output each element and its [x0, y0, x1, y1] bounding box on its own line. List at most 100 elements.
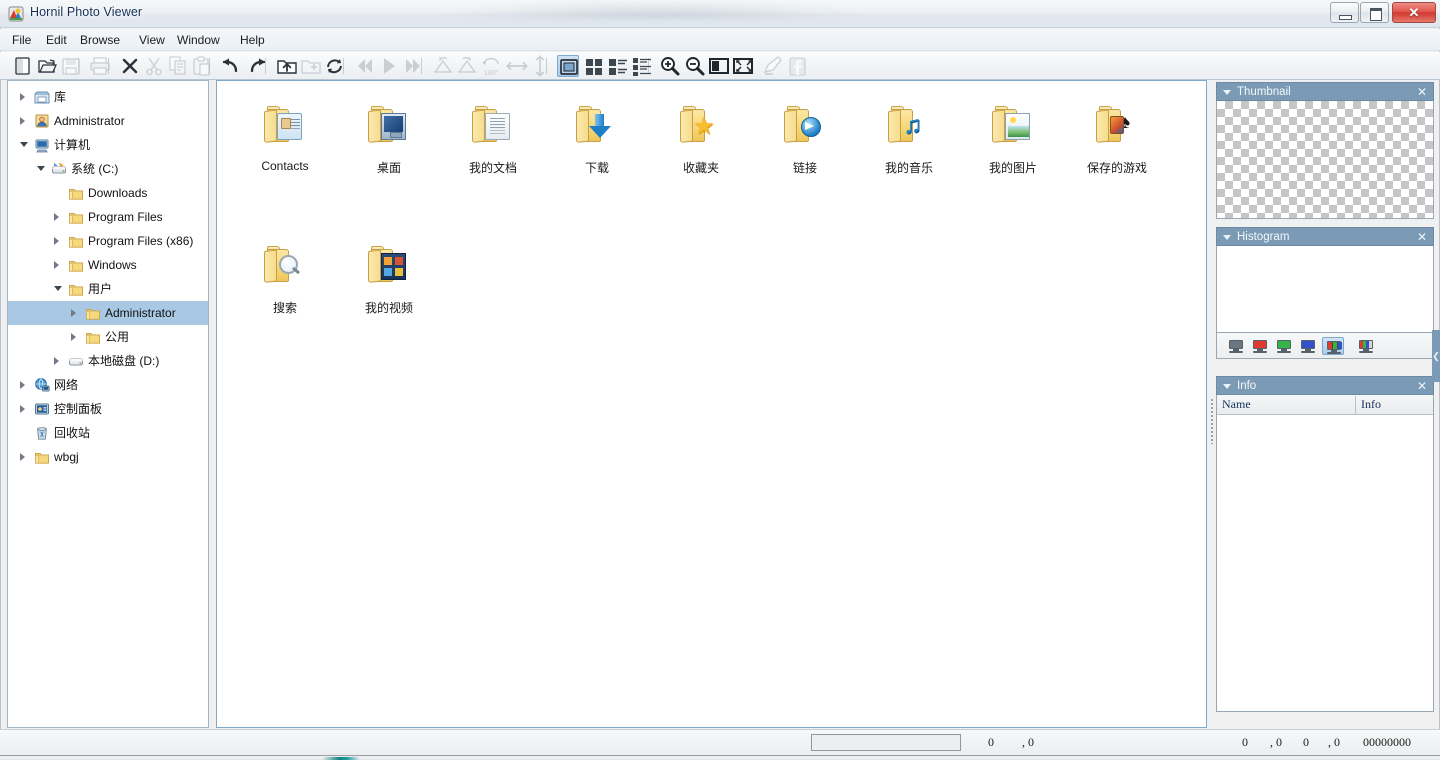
drive-icon: [68, 353, 84, 369]
chevron-down-icon[interactable]: [20, 142, 28, 147]
chevron-down-icon[interactable]: [1223, 384, 1231, 389]
info-table[interactable]: Name Info: [1216, 395, 1434, 712]
file-item[interactable]: 我的文档: [441, 101, 545, 176]
toolbar-zoom-out-button[interactable]: [684, 55, 706, 77]
chevron-down-icon[interactable]: [37, 166, 45, 171]
info-panel-header[interactable]: Info ✕: [1216, 376, 1434, 395]
tree-item-administrator[interactable]: Administrator: [8, 301, 208, 325]
info-column-info[interactable]: Info: [1356, 395, 1381, 414]
toolbar-zoom-in-button[interactable]: [659, 55, 681, 77]
file-item[interactable]: Contacts: [233, 101, 337, 173]
chevron-down-icon[interactable]: [54, 286, 62, 291]
close-icon[interactable]: ✕: [1417, 377, 1427, 395]
redo-icon: [250, 58, 266, 73]
tree-item-n2[interactable]: 计算机: [8, 133, 208, 157]
toolbar-view-details-button[interactable]: [631, 55, 653, 77]
file-item[interactable]: 搜索: [233, 241, 337, 316]
chevron-right-icon[interactable]: [20, 381, 25, 389]
tree-item-label: Program Files: [88, 210, 163, 224]
chevron-right-icon[interactable]: [71, 333, 76, 341]
histogram-channel-red-button[interactable]: [1249, 337, 1271, 355]
toolbar-view-single-button[interactable]: [557, 55, 579, 77]
chevron-down-icon[interactable]: [1223, 90, 1231, 95]
chevron-right-icon[interactable]: [20, 405, 25, 413]
histogram-channel-rgb-button[interactable]: [1322, 337, 1344, 355]
menu-item-browse[interactable]: Browse: [74, 32, 126, 49]
tree-item-n10[interactable]: 公用: [8, 325, 208, 349]
chevron-right-icon[interactable]: [54, 237, 59, 245]
maximize-button[interactable]: [1360, 2, 1389, 23]
histogram-channel-blue-button[interactable]: [1297, 337, 1319, 355]
facebook-share-icon: [789, 57, 806, 76]
tree-item-programfiles[interactable]: Program Files: [8, 205, 208, 229]
file-item[interactable]: 收藏夹: [649, 101, 753, 176]
toolbar-view-grid-button[interactable]: [583, 55, 605, 77]
drive-sys-icon: [51, 161, 67, 177]
toolbar-actual-size-button[interactable]: [708, 55, 730, 77]
dock-collapse-button[interactable]: ❮: [1432, 330, 1440, 382]
taskbar[interactable]: [0, 755, 1440, 760]
toolbar-last-button: [402, 55, 424, 77]
toolbar-delete-button[interactable]: [119, 55, 141, 77]
chevron-right-icon[interactable]: [20, 93, 25, 101]
thumbnail-panel-header[interactable]: Thumbnail ✕: [1216, 82, 1434, 101]
file-browser-area[interactable]: Contacts 桌面 我的文档 下载 收藏夹 链接 我的音乐 我的图片 保存的游戏搜索 我的视频: [216, 80, 1207, 728]
file-item[interactable]: 保存的游戏: [1065, 101, 1169, 176]
toolbar-view-tiles-button[interactable]: [607, 55, 629, 77]
tree-item-c[interactable]: 系统 (C:): [8, 157, 208, 181]
toolbar-undo-button[interactable]: [220, 55, 242, 77]
menu-item-help[interactable]: Help: [234, 32, 271, 49]
tree-item-n13[interactable]: 控制面板: [8, 397, 208, 421]
info-column-name[interactable]: Name: [1217, 395, 1251, 414]
tree-item-wbgj[interactable]: wbgj: [8, 445, 208, 469]
control-panel-icon: [34, 401, 50, 417]
chevron-right-icon[interactable]: [54, 261, 59, 269]
menu-item-view[interactable]: View: [133, 32, 171, 49]
tree-item-windows[interactable]: Windows: [8, 253, 208, 277]
close-button[interactable]: ✕: [1392, 2, 1436, 23]
tree-item-label: 网络: [54, 378, 79, 392]
chevron-down-icon[interactable]: [1223, 235, 1231, 240]
toolbar-up-folder-button[interactable]: [276, 55, 298, 77]
tree-item-downloads[interactable]: Downloads: [8, 181, 208, 205]
tree-item-d[interactable]: 本地磁盘 (D:): [8, 349, 208, 373]
chevron-right-icon[interactable]: [20, 117, 25, 125]
file-item[interactable]: 我的图片: [961, 101, 1065, 176]
chevron-right-icon[interactable]: [54, 213, 59, 221]
histogram-channel-green-button[interactable]: [1273, 337, 1295, 355]
tree-item-programfilesx86[interactable]: Program Files (x86): [8, 229, 208, 253]
histogram-channel-all-button[interactable]: [1355, 337, 1377, 355]
tree-item-n12[interactable]: 网络: [8, 373, 208, 397]
tree-item-n8[interactable]: 用户: [8, 277, 208, 301]
file-item[interactable]: 我的视频: [337, 241, 441, 316]
toolbar-refresh-button[interactable]: [324, 55, 346, 77]
menu-item-edit[interactable]: Edit: [40, 32, 73, 49]
file-item-label: 我的音乐: [884, 161, 933, 175]
tree-item-n14[interactable]: 回收站: [8, 421, 208, 445]
tree-item-administrator[interactable]: Administrator: [8, 109, 208, 133]
path-input[interactable]: [811, 734, 961, 751]
view-tiles-icon: [609, 59, 627, 75]
toolbar-open-folder-button[interactable]: [36, 55, 58, 77]
recycle-bin-icon: [34, 425, 50, 441]
toolbar-new-button[interactable]: [12, 55, 34, 77]
folder-tree-panel[interactable]: 库 Administrator 计算机 系统 (C:) Downloads Program…: [7, 80, 209, 728]
chevron-right-icon[interactable]: [71, 309, 76, 317]
chevron-right-icon[interactable]: [54, 357, 59, 365]
file-item[interactable]: 桌面: [337, 101, 441, 176]
histogram-channel-luminance-button[interactable]: [1225, 337, 1247, 355]
menu-item-window[interactable]: Window: [171, 32, 226, 49]
close-icon[interactable]: ✕: [1417, 228, 1427, 246]
histogram-panel-header[interactable]: Histogram ✕: [1216, 227, 1434, 246]
file-item[interactable]: 链接: [753, 101, 857, 176]
dock-resize-grip[interactable]: [1210, 398, 1214, 444]
file-item[interactable]: 下载: [545, 101, 649, 176]
minimize-button[interactable]: [1330, 2, 1359, 23]
toolbar-fit-window-button[interactable]: [732, 55, 754, 77]
menu-item-file[interactable]: File: [6, 32, 37, 49]
file-item[interactable]: 我的音乐: [857, 101, 961, 176]
tree-item-n0[interactable]: 库: [8, 85, 208, 109]
close-icon[interactable]: ✕: [1417, 83, 1427, 101]
toolbar-redo-button[interactable]: [246, 55, 268, 77]
chevron-right-icon[interactable]: [20, 453, 25, 461]
